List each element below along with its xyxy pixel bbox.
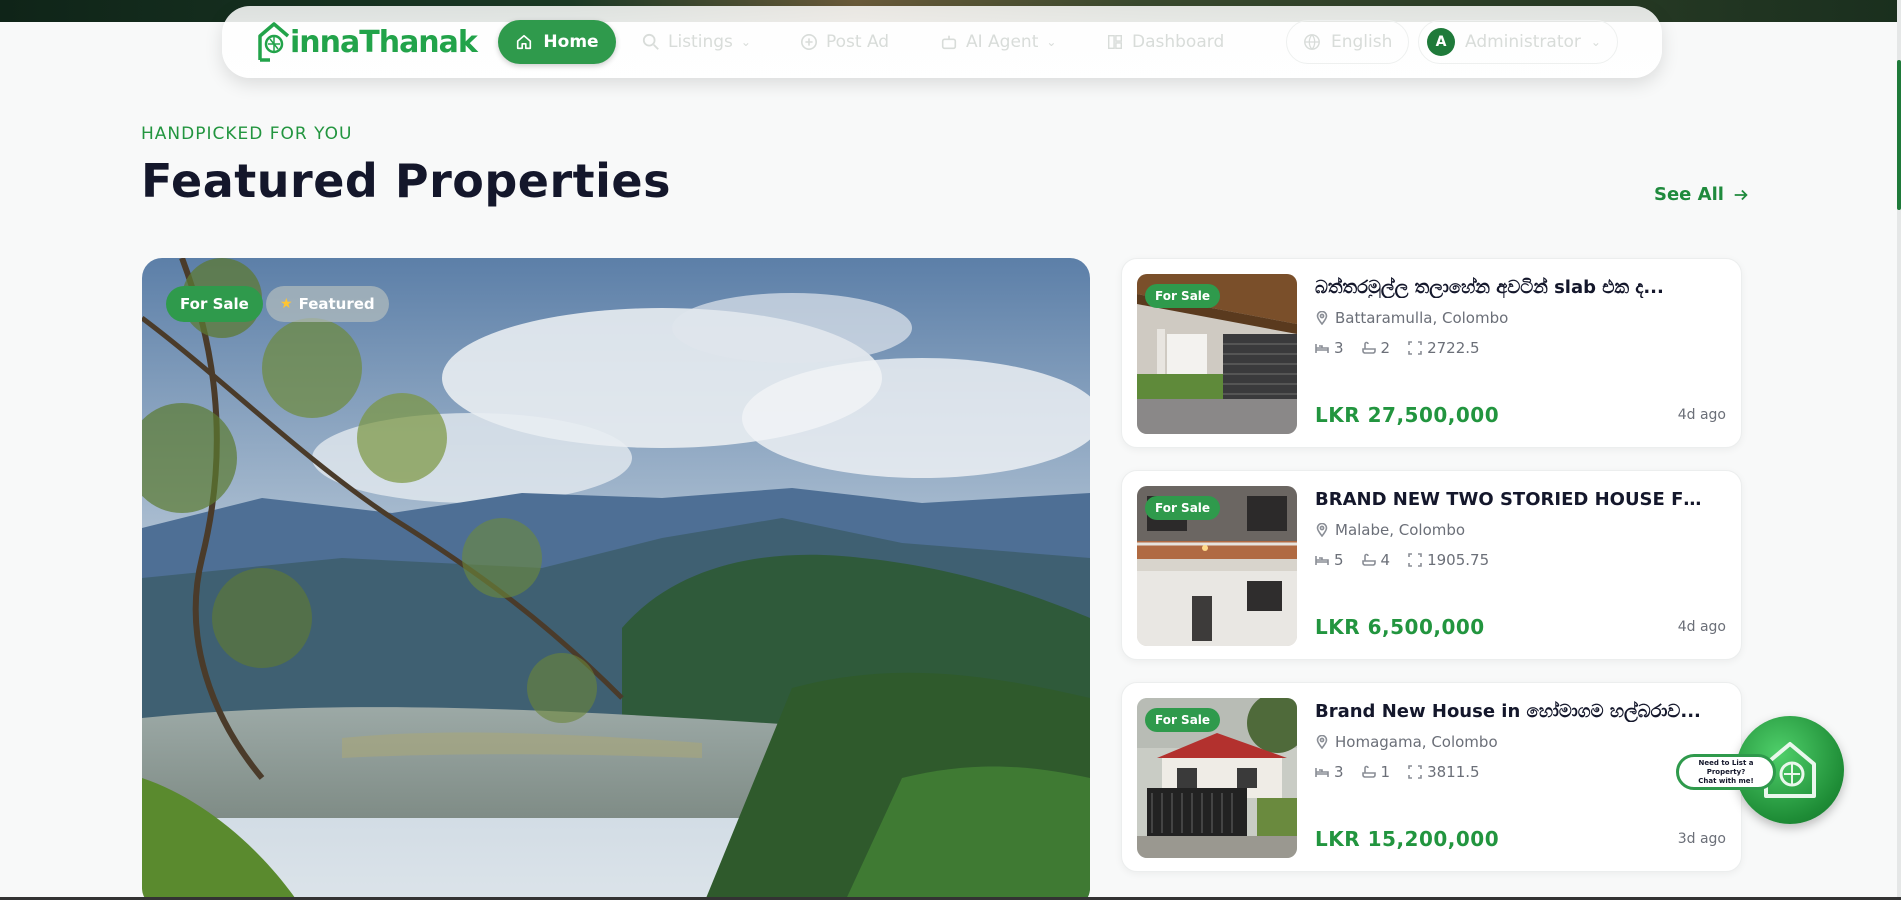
area-value: 1905.75: [1427, 551, 1490, 569]
map-pin-icon: [1316, 735, 1328, 749]
property-title[interactable]: බත්තරමුල්ල තලාහේන අවටින් slab එක ද...: [1315, 277, 1715, 298]
hero-landscape-image: [142, 258, 1090, 900]
home-icon: [517, 34, 532, 50]
area-icon: [1408, 765, 1422, 779]
chat-prompt-bubble[interactable]: Need to List a Property? Chat with me!: [1676, 754, 1776, 790]
search-icon: [642, 33, 659, 50]
location-text: Malabe, Colombo: [1335, 521, 1466, 539]
area-icon: [1408, 553, 1422, 567]
bot-icon: [941, 35, 957, 50]
nav-listings-menu[interactable]: Listings ⌄: [642, 20, 751, 64]
posted-time: 3d ago: [1677, 831, 1726, 847]
house-logo-icon: [258, 22, 290, 62]
nav-dashboard-link[interactable]: Dashboard: [1106, 20, 1224, 64]
scrollbar-thumb[interactable]: [1897, 60, 1901, 210]
top-navbar: innaThanak Home Listings ⌄ Post Ad AI Ag…: [222, 6, 1662, 78]
logo-text: innaThanak: [290, 25, 478, 60]
chevron-down-icon: ⌄: [1590, 35, 1601, 49]
property-price: LKR 27,500,000: [1315, 403, 1500, 427]
baths-count: 4: [1380, 551, 1391, 569]
see-all-link[interactable]: See All: [1654, 184, 1750, 205]
property-price: LKR 6,500,000: [1315, 615, 1485, 639]
bed-icon: [1315, 344, 1329, 353]
page-scrollbar[interactable]: [1897, 0, 1901, 900]
bed-icon: [1315, 768, 1329, 777]
posted-time: 4d ago: [1677, 407, 1726, 423]
property-price: LKR 15,200,000: [1315, 827, 1500, 851]
section-title: Featured Properties: [141, 154, 672, 208]
see-all-label: See All: [1654, 184, 1724, 205]
nav-ai-agent-menu[interactable]: AI Agent ⌄: [940, 20, 1056, 64]
area-icon: [1408, 341, 1422, 355]
dashboard-icon: [1107, 34, 1123, 50]
posted-time: 4d ago: [1677, 619, 1726, 635]
globe-icon: [1304, 34, 1320, 51]
user-name: Administrator: [1465, 32, 1581, 52]
chat-prompt-line2: Chat with me!: [1698, 776, 1754, 785]
property-card[interactable]: For Sale බත්තරමුල්ල තලාහේන අවටින් slab එ…: [1121, 258, 1742, 448]
beds-count: 5: [1334, 551, 1344, 569]
property-stats: 3 2 2722.5: [1315, 339, 1490, 357]
for-sale-badge: For Sale: [1145, 708, 1221, 732]
chevron-down-icon: ⌄: [740, 35, 751, 49]
property-thumbnail: For Sale: [1137, 274, 1297, 434]
property-location: Malabe, Colombo: [1315, 521, 1465, 539]
baths-count: 1: [1380, 763, 1391, 781]
property-card[interactable]: For Sale Brand New House in හෝමාගම හල්බර…: [1121, 682, 1742, 872]
map-pin-icon: [1316, 523, 1328, 537]
property-title[interactable]: Brand New House in හෝමාගම හල්බරාව...: [1315, 701, 1715, 722]
featured-hero-card[interactable]: For Sale ★ Featured: [142, 258, 1090, 900]
nav-dashboard-label: Dashboard: [1132, 32, 1225, 52]
nav-post-ad-link[interactable]: Post Ad: [800, 20, 889, 64]
featured-badge: ★ Featured: [266, 286, 389, 322]
chat-prompt-line1: Need to List a Property?: [1698, 758, 1754, 776]
user-menu[interactable]: A Administrator ⌄: [1418, 20, 1618, 64]
beds-count: 3: [1334, 339, 1344, 357]
star-icon: ★: [280, 296, 293, 312]
for-sale-badge: For Sale: [1145, 496, 1221, 520]
section-eyebrow: HANDPICKED FOR YOU: [141, 124, 353, 144]
property-stats: 5 4 1905.75: [1315, 551, 1499, 569]
for-sale-badge: For Sale: [166, 286, 263, 322]
map-pin-icon: [1316, 311, 1328, 325]
bath-icon: [1361, 341, 1376, 354]
chevron-down-icon: ⌄: [1046, 35, 1057, 49]
nav-home-button[interactable]: Home: [498, 20, 616, 64]
for-sale-badge: For Sale: [1145, 284, 1221, 308]
site-logo[interactable]: innaThanak: [256, 20, 478, 62]
area-value: 3811.5: [1427, 763, 1480, 781]
nav-ai-agent-label: AI Agent: [966, 32, 1039, 52]
avatar: A: [1427, 28, 1455, 56]
property-stats: 3 1 3811.5: [1315, 763, 1490, 781]
bath-icon: [1361, 765, 1376, 778]
language-selector[interactable]: English: [1286, 20, 1410, 64]
area-value: 2722.5: [1427, 339, 1480, 357]
property-location: Homagama, Colombo: [1315, 733, 1498, 751]
property-thumbnail: For Sale: [1137, 486, 1297, 646]
property-title[interactable]: BRAND NEW TWO STORIED HOUSE FOR...: [1315, 489, 1715, 510]
nav-post-ad-label: Post Ad: [826, 32, 890, 52]
bath-icon: [1361, 553, 1376, 566]
nav-listings-label: Listings: [668, 32, 733, 52]
nav-home-label: Home: [543, 32, 599, 52]
location-text: Homagama, Colombo: [1335, 733, 1498, 751]
plus-circle-icon: [800, 33, 818, 51]
featured-badge-label: Featured: [298, 295, 375, 313]
beds-count: 3: [1334, 763, 1344, 781]
baths-count: 2: [1380, 339, 1391, 357]
location-text: Battaramulla, Colombo: [1335, 309, 1509, 327]
property-card[interactable]: For Sale BRAND NEW TWO STORIED HOUSE FOR…: [1121, 470, 1742, 660]
arrow-right-icon: [1734, 189, 1748, 200]
property-location: Battaramulla, Colombo: [1315, 309, 1508, 327]
bed-icon: [1315, 556, 1329, 565]
property-thumbnail: For Sale: [1137, 698, 1297, 858]
language-label: English: [1331, 32, 1393, 52]
